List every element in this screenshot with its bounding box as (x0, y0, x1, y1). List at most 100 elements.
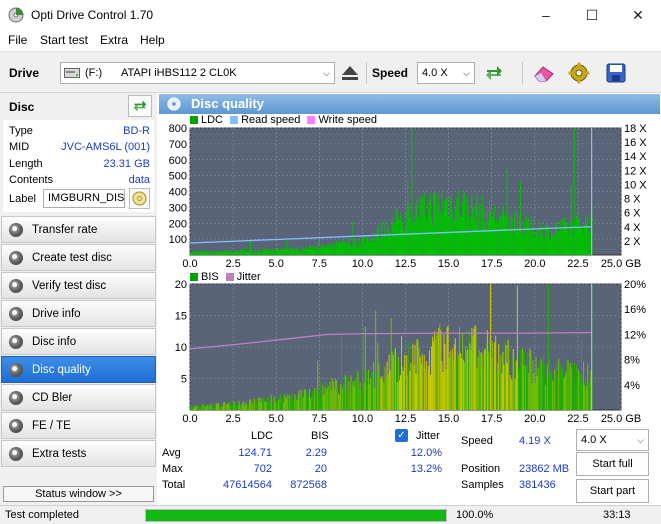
ldc-bar (321, 247, 323, 255)
bis-bar (464, 362, 466, 410)
status-bar: Test completed 100.0% 33:13 (0, 505, 661, 524)
start-full-button[interactable]: Start full (576, 452, 649, 476)
bis-bar (387, 374, 389, 410)
menu-help[interactable]: Help (140, 33, 165, 47)
bis-bar (480, 352, 482, 410)
ldc-bar (484, 210, 486, 255)
ldc-bar (281, 249, 283, 255)
bis-bar (573, 362, 575, 410)
bis-bar (449, 351, 451, 410)
bis-bar (404, 354, 406, 410)
elapsed-time: 33:13 (603, 509, 631, 521)
bis-bar (517, 368, 519, 410)
disc-refresh-button[interactable] (128, 95, 152, 117)
bis-bar (203, 404, 205, 410)
ldc-bar (292, 247, 294, 255)
menu-extra[interactable]: Extra (100, 33, 128, 47)
bis-bar (519, 349, 522, 410)
nav-transfer-rate[interactable]: Transfer rate (1, 216, 156, 243)
bis-bar (248, 399, 250, 410)
label-apply-button[interactable] (129, 188, 150, 209)
disc-icon (9, 251, 23, 265)
ldc-bar (230, 251, 232, 255)
bis-bar (241, 402, 243, 410)
status-window-button[interactable]: Status window >> (3, 486, 154, 502)
ldc-bar (360, 238, 362, 255)
ldc-bar (216, 251, 218, 255)
bis-bar (301, 395, 303, 410)
y2-tick-label: 2 X (624, 236, 641, 248)
ldc-bar (252, 252, 254, 255)
ldc-bar (487, 220, 489, 255)
ldc-bar (214, 250, 216, 255)
close-button[interactable]: ✕ (615, 0, 661, 30)
nav-fe-te[interactable]: FE / TE (1, 412, 156, 439)
maximize-button[interactable]: ☐ (569, 0, 615, 30)
speed-select[interactable]: 4.0 X ⌵ (417, 62, 475, 84)
total-label: Total (162, 479, 186, 491)
nav-disc-info[interactable]: Disc info (1, 328, 156, 355)
ldc-bar (341, 243, 343, 255)
bis-bar (272, 394, 274, 410)
ldc-bar (267, 248, 269, 255)
ldc-bar (343, 240, 345, 255)
ldc-bar (368, 235, 370, 255)
ldc-bar (264, 248, 266, 255)
nav-label: Drive info (32, 308, 81, 320)
bis-bar (341, 336, 343, 410)
ldc-bar (226, 251, 228, 255)
menu-start-test[interactable]: Start test (40, 33, 88, 47)
ldc-bar (537, 229, 539, 255)
disc-label-input[interactable]: IMGBURN_DIS (43, 189, 125, 208)
menu-file[interactable]: File (8, 33, 27, 47)
ldc-bar (507, 231, 509, 255)
bis-bar (270, 394, 272, 410)
bis-bar (565, 371, 567, 410)
ldc-bar (347, 238, 349, 255)
bis-bar (577, 369, 579, 410)
ldc-bar (210, 250, 212, 255)
samples-value: 381436 (519, 479, 556, 491)
ldc-bar (456, 205, 458, 255)
nav-verify-test-disc[interactable]: Verify test disc (1, 272, 156, 299)
ldc-bar (424, 216, 426, 255)
bis-bar (337, 392, 339, 410)
bis-bar (228, 402, 230, 410)
drive-select[interactable]: (F:) ATAPI iHBS112 2 CL0K ⌵ (60, 62, 335, 84)
bis-bar (442, 372, 444, 410)
bis-bar (416, 339, 418, 410)
bis-bar (260, 401, 262, 410)
jitter-checkbox[interactable]: ✓ (395, 429, 408, 442)
ldc-bar (517, 229, 519, 255)
bis-bar (559, 371, 561, 410)
bis-bar (247, 404, 249, 410)
ldc-bar (516, 211, 518, 255)
bis-bar (474, 325, 476, 410)
ldc-bar (271, 249, 273, 255)
bis-bar (581, 340, 583, 410)
ldc-bar (304, 248, 306, 255)
ldc-bar (515, 231, 517, 255)
nav-cd-bler[interactable]: CD Bler (1, 384, 156, 411)
nav-label: Disc quality (32, 364, 91, 376)
eject-button[interactable] (337, 60, 363, 86)
minimize-button[interactable]: – (523, 0, 569, 30)
settings-button[interactable] (566, 60, 592, 86)
save-button[interactable] (603, 60, 629, 86)
start-part-button[interactable]: Start part (576, 479, 649, 503)
bis-bar (564, 375, 566, 410)
bis-bar (434, 331, 436, 410)
bis-bar (325, 382, 327, 410)
bis-bar (294, 394, 296, 410)
disc-icon (9, 335, 23, 349)
nav-create-test-disc[interactable]: Create test disc (1, 244, 156, 271)
disc-edit-icon (132, 191, 147, 206)
bis-bar (414, 344, 416, 410)
nav-extra-tests[interactable]: Extra tests (1, 440, 156, 467)
refresh-speed-button[interactable] (481, 60, 507, 86)
nav-drive-info[interactable]: Drive info (1, 300, 156, 327)
ldc-bar (470, 215, 472, 255)
erase-button[interactable] (531, 60, 557, 86)
nav-disc-quality[interactable]: Disc quality (1, 356, 156, 383)
test-speed-select[interactable]: 4.0 X ⌵ (576, 429, 649, 451)
